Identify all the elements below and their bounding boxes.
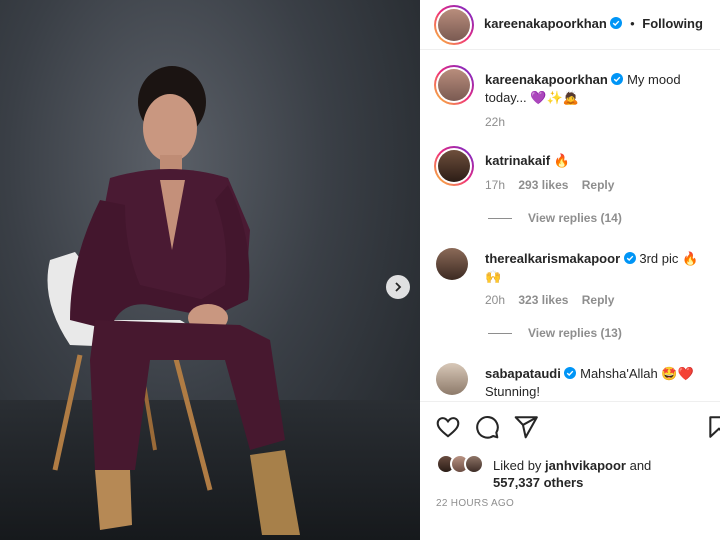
comment-time[interactable]: 20h bbox=[485, 293, 505, 307]
verified-badge-icon bbox=[610, 17, 623, 29]
view-replies-label: View replies (14) bbox=[528, 211, 622, 225]
caption-avatar[interactable] bbox=[434, 65, 474, 105]
comment-avatar[interactable] bbox=[434, 146, 474, 186]
likes-and: and bbox=[629, 458, 652, 473]
view-replies-button[interactable]: View replies (14) bbox=[488, 211, 622, 225]
header-title: kareenakapoorkhan • Following bbox=[484, 16, 703, 31]
reply-button[interactable]: Reply bbox=[582, 178, 615, 192]
comment-icon[interactable] bbox=[474, 414, 500, 440]
liker-avatar bbox=[464, 454, 484, 474]
post-photo[interactable] bbox=[0, 0, 420, 540]
view-replies-label: View replies (13) bbox=[528, 326, 622, 340]
caption-username[interactable]: kareenakapoorkhan bbox=[485, 72, 608, 87]
comment-username[interactable]: sabapataudi bbox=[485, 366, 561, 381]
share-icon[interactable] bbox=[513, 414, 539, 440]
likers-avatars[interactable] bbox=[436, 454, 488, 476]
comment-text: sabapataudi Mahsha'Allah 🤩❤️ Stunning! bbox=[485, 365, 710, 401]
replies-line bbox=[488, 217, 512, 219]
caption-text: kareenakapoorkhan My mood today... 💜✨🙇 bbox=[485, 71, 710, 107]
following-button[interactable]: Following bbox=[642, 16, 703, 31]
next-photo-button[interactable] bbox=[386, 275, 410, 299]
comment-text: therealkarismakapoor 3rd pic 🔥🙌 bbox=[485, 250, 710, 286]
comments-list[interactable]: kareenakapoorkhan My mood today... 💜✨🙇 2… bbox=[420, 51, 720, 401]
comment-time[interactable]: 17h bbox=[485, 178, 505, 192]
reply-button[interactable]: Reply bbox=[582, 293, 615, 307]
likes-section: Liked by janhvikapoor and 557,337 others bbox=[436, 454, 716, 494]
like-heart-icon[interactable] bbox=[435, 414, 461, 440]
view-replies-button[interactable]: View replies (13) bbox=[488, 326, 622, 340]
section-divider bbox=[420, 401, 720, 402]
likes-prefix: Liked by bbox=[493, 458, 542, 473]
comment-username[interactable]: katrinakaif bbox=[485, 153, 550, 168]
comment-meta: 20h 323 likes Reply bbox=[485, 293, 624, 307]
post-actions bbox=[420, 410, 720, 446]
verified-badge-icon bbox=[564, 367, 577, 379]
comment-likes[interactable]: 293 likes bbox=[518, 178, 568, 192]
post-header: kareenakapoorkhan • Following bbox=[420, 0, 720, 50]
verified-badge-icon bbox=[611, 73, 624, 85]
comment-username[interactable]: therealkarismakapoor bbox=[485, 251, 620, 266]
photo-subject bbox=[47, 66, 300, 535]
caption-time: 22h bbox=[485, 115, 506, 129]
comment-avatar[interactable] bbox=[436, 363, 468, 395]
chevron-right-icon bbox=[395, 282, 402, 292]
post-sidebar: kareenakapoorkhan • Following kareenakap… bbox=[420, 0, 720, 540]
post-timestamp[interactable]: 22 HOURS AGO bbox=[436, 498, 514, 509]
save-bookmark-icon[interactable] bbox=[706, 414, 720, 440]
likes-text: Liked by janhvikapoor and 557,337 others bbox=[493, 457, 651, 491]
comment-text: katrinakaif 🔥 bbox=[485, 152, 710, 170]
comment-body: 🔥 bbox=[553, 153, 570, 168]
comment-likes[interactable]: 323 likes bbox=[518, 293, 568, 307]
author-avatar[interactable] bbox=[434, 5, 474, 45]
comment-meta: 17h 293 likes Reply bbox=[485, 178, 624, 192]
caption-meta: 22h bbox=[485, 115, 515, 129]
header-separator: • bbox=[630, 16, 635, 31]
liker-username[interactable]: janhvikapoor bbox=[545, 458, 626, 473]
verified-badge-icon bbox=[623, 252, 636, 264]
author-username[interactable]: kareenakapoorkhan bbox=[484, 16, 607, 31]
comment-avatar[interactable] bbox=[436, 248, 468, 280]
replies-line bbox=[488, 332, 512, 334]
likes-count[interactable]: 557,337 others bbox=[493, 475, 583, 490]
